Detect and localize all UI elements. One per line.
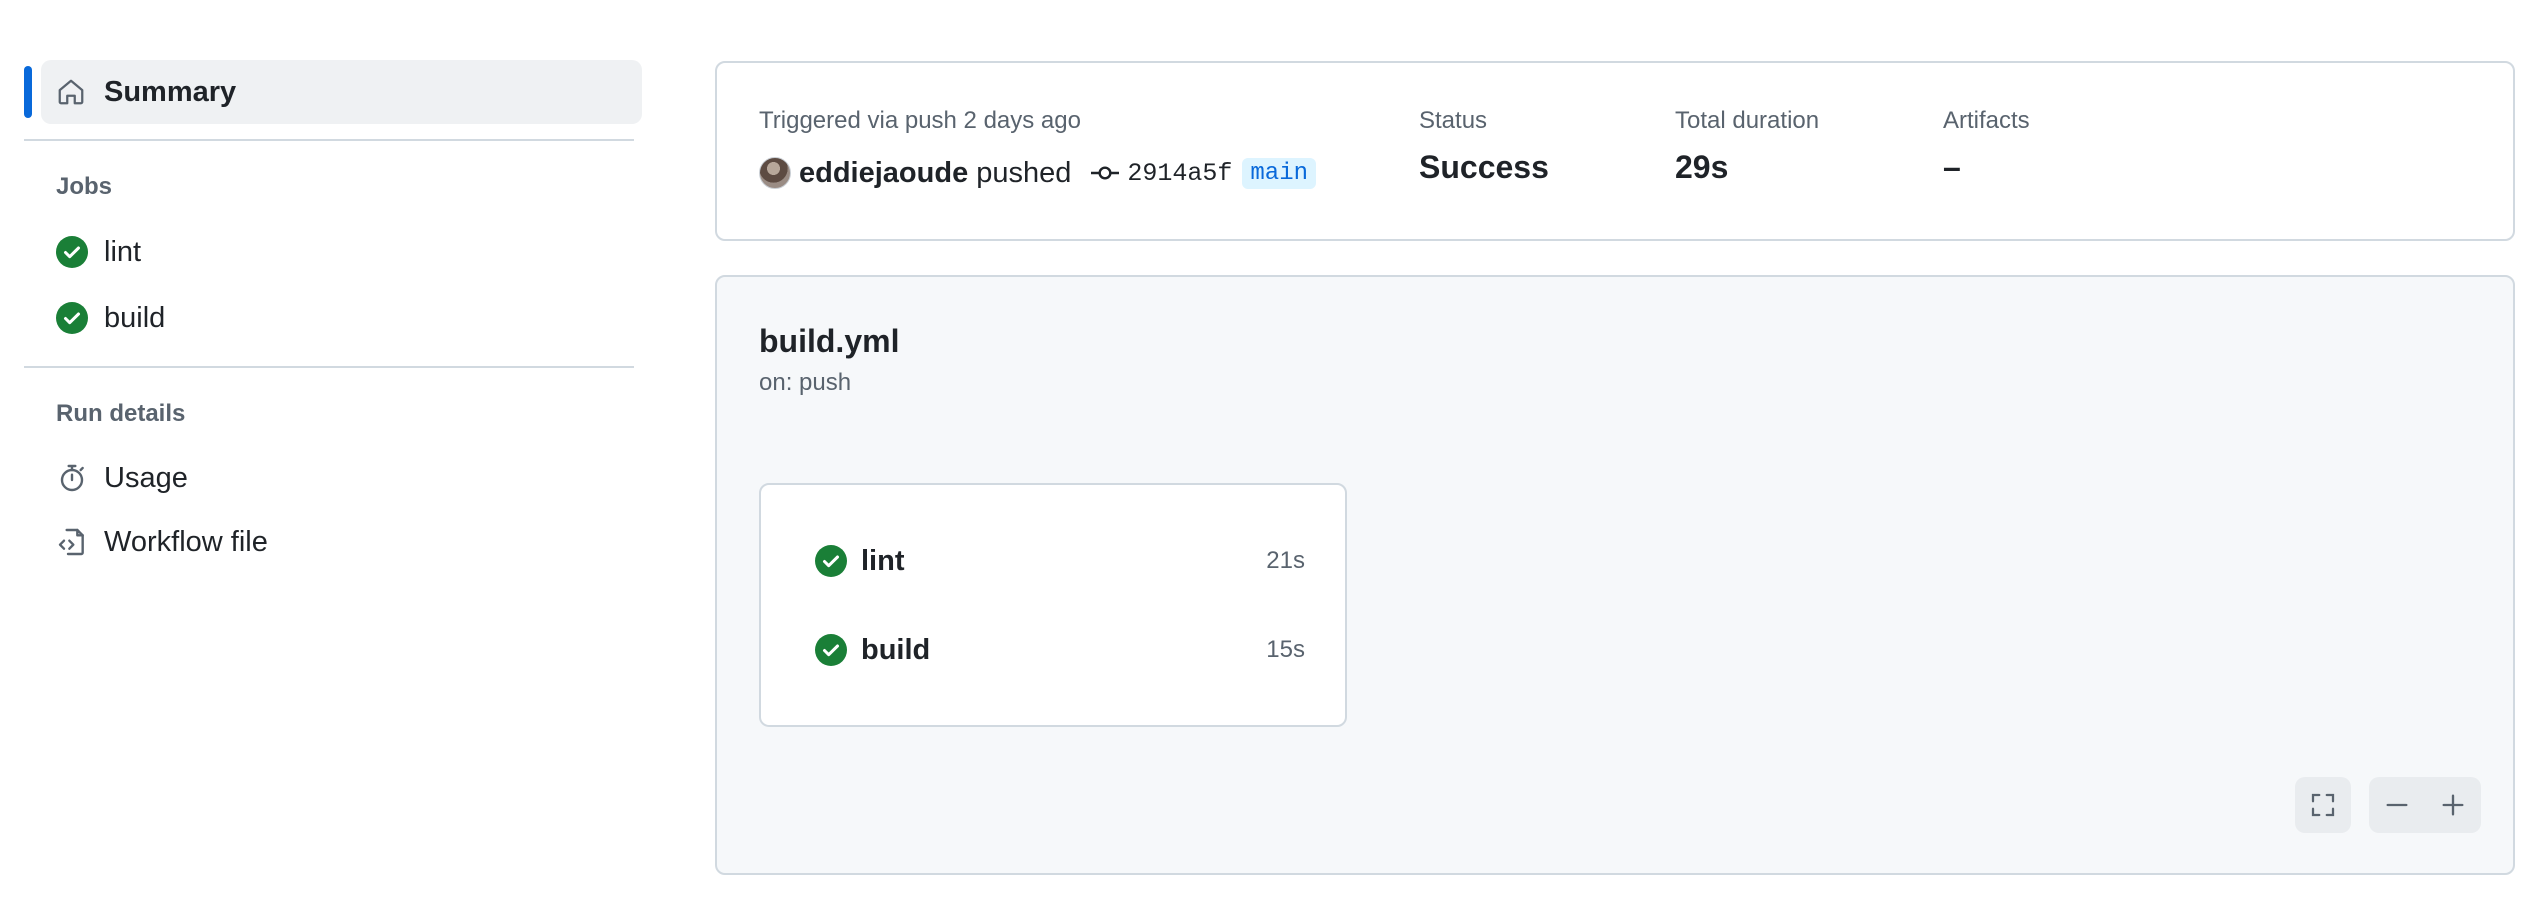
check-circle-icon xyxy=(56,302,88,334)
actor-link[interactable]: eddiejaoude xyxy=(799,157,968,190)
check-circle-icon xyxy=(815,634,847,666)
sidebar-item-job-build[interactable]: build xyxy=(56,296,165,340)
sidebar-item-workflow-file[interactable]: Workflow file xyxy=(56,520,268,564)
check-circle-icon xyxy=(815,545,847,577)
job-duration: 15s xyxy=(1266,636,1305,663)
home-icon xyxy=(58,79,84,105)
sidebar-item-label: lint xyxy=(104,235,142,268)
zoom-out-button[interactable] xyxy=(2369,777,2425,833)
sidebar-divider xyxy=(24,139,634,141)
plus-icon xyxy=(2442,794,2464,816)
zoom-controls xyxy=(2369,777,2481,833)
fullscreen-control xyxy=(2295,777,2351,833)
duration-value: 29s xyxy=(1675,149,1729,185)
job-name: build xyxy=(861,633,931,666)
run-sidebar: Summary Jobs lint build Run details Usag… xyxy=(24,60,642,558)
sidebar-item-label: Usage xyxy=(104,461,188,494)
avatar[interactable] xyxy=(759,157,791,189)
artifacts-stat: Artifacts – xyxy=(1943,107,2030,186)
workflow-graph: build.yml on: push lint 21s build 15s xyxy=(715,275,2515,875)
artifacts-value: – xyxy=(1943,149,1961,185)
commit-line: eddiejaoude pushed 2914a5f main xyxy=(759,153,1316,193)
fullscreen-icon xyxy=(2311,793,2335,817)
stopwatch-icon xyxy=(60,464,84,492)
sidebar-item-label: Summary xyxy=(104,75,237,108)
file-code-icon xyxy=(58,528,84,556)
job-name: lint xyxy=(861,544,905,577)
zoom-in-button[interactable] xyxy=(2425,777,2481,833)
sidebar-item-usage[interactable]: Usage xyxy=(56,456,188,500)
workflow-trigger: on: push xyxy=(759,369,852,396)
duration-stat: Total duration 29s xyxy=(1675,107,1819,186)
commit-sha-link[interactable]: 2914a5f xyxy=(1127,159,1232,188)
sidebar-item-job-lint[interactable]: lint xyxy=(56,230,141,274)
duration-label: Total duration xyxy=(1675,107,1820,134)
sidebar-item-label: build xyxy=(104,301,166,334)
workflow-file-name: build.yml xyxy=(759,323,900,359)
sidebar-item-label: Workflow file xyxy=(104,525,268,558)
git-commit-icon xyxy=(1091,166,1120,180)
run-summary-box: Triggered via push 2 days ago eddiejaoud… xyxy=(715,61,2515,241)
job-node-lint[interactable]: lint 21s xyxy=(815,539,1305,583)
status-label: Status xyxy=(1419,107,1488,134)
sidebar-item-summary[interactable]: Summary xyxy=(24,60,642,124)
check-circle-icon xyxy=(56,236,88,268)
job-node-build[interactable]: build 15s xyxy=(815,628,1305,672)
branch-badge[interactable]: main xyxy=(1242,157,1316,189)
run-details-heading: Run details xyxy=(56,400,186,427)
minus-icon xyxy=(2386,803,2408,807)
status-stat: Status Success xyxy=(1419,107,1549,186)
trigger-text: Triggered via push 2 days ago xyxy=(759,107,1081,134)
artifacts-label: Artifacts xyxy=(1943,107,2030,134)
fullscreen-button[interactable] xyxy=(2295,777,2351,833)
selected-indicator xyxy=(24,66,32,118)
jobs-heading: Jobs xyxy=(56,173,113,200)
job-duration: 21s xyxy=(1266,547,1305,574)
action-text: pushed xyxy=(976,156,1072,189)
jobs-card: lint 21s build 15s xyxy=(759,483,1347,727)
status-value: Success xyxy=(1419,149,1549,185)
sidebar-divider xyxy=(24,366,634,368)
